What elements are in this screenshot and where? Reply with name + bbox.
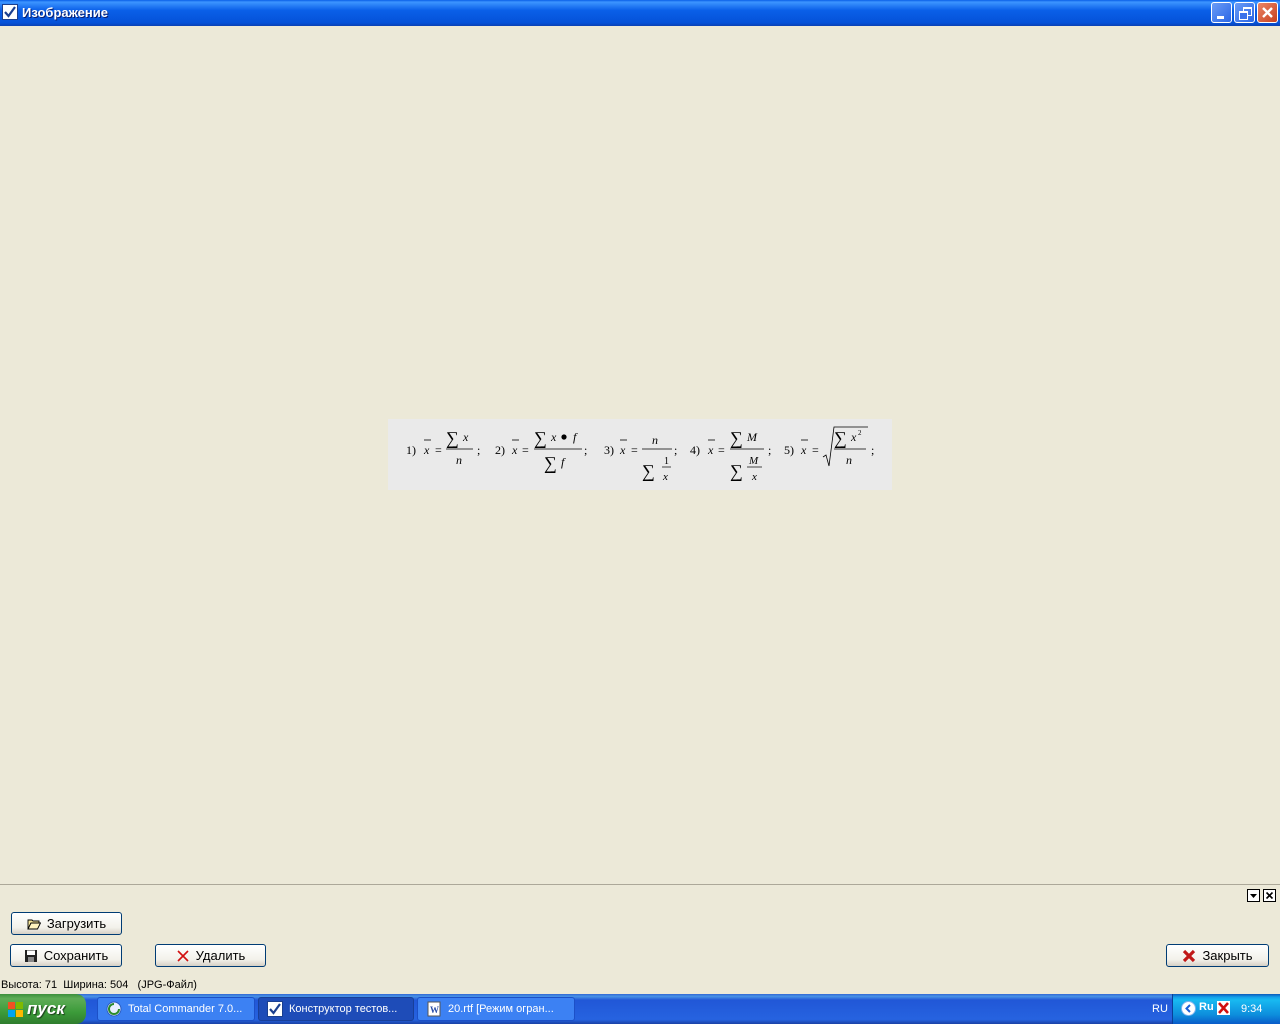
checkbox-app-icon [267,1001,283,1017]
svg-text:n: n [456,453,462,467]
image-viewport: 1) x = ∑ x n ; 2) x = ∑ x f ∑ f ; 3) x =… [0,26,1280,884]
restore-icon-front [1239,11,1248,20]
chevron-left-icon [1185,1004,1191,1013]
floppy-disk-icon [24,949,38,963]
svg-text:f: f [561,455,566,469]
svg-text:x: x [462,430,469,444]
separator-5: ; [871,443,874,457]
svg-text:=: = [631,443,638,457]
svg-text:2: 2 [858,429,862,437]
taskbar-item-total-commander[interactable]: Total Commander 7.0... [97,997,255,1021]
svg-text:n: n [652,433,658,447]
title-bar[interactable]: Изображение [0,0,1280,26]
clock[interactable]: 9:34 [1241,1003,1262,1015]
restore-button[interactable] [1234,2,1255,23]
formula-label-2: 2) [495,443,505,457]
checkbox-app-icon [2,4,18,20]
svg-text:∑: ∑ [730,461,743,481]
separator-1: ; [477,443,480,457]
save-button[interactable]: Сохранить [10,944,122,967]
minimize-button[interactable] [1211,2,1232,23]
close-x-icon [1182,949,1196,963]
taskbar-item-word-document[interactable]: W 20.rtf [Режим огран... [417,997,575,1021]
formula-label-4: 4) [690,443,700,457]
start-button[interactable]: пуск [0,994,86,1024]
svg-text:x: x [800,443,807,457]
formula-label-1: 1) [406,443,416,457]
svg-text:=: = [812,443,819,457]
svg-text:f: f [573,430,578,444]
start-label: пуск [27,999,65,1018]
close-window-button[interactable] [1257,2,1278,23]
svg-text:1: 1 [664,456,669,467]
taskbar-item-test-constructor[interactable]: Конструктор тестов... [258,997,414,1021]
separator-2: ; [584,443,587,457]
taskbar-item-label: 20.rtf [Режим огран... [448,1003,554,1015]
close-button[interactable]: Закрыть [1166,944,1269,967]
minimize-icon [1217,16,1224,19]
svg-text:∑: ∑ [642,461,655,481]
svg-text:=: = [718,443,725,457]
save-button-label: Сохранить [43,948,109,963]
taskbar: пуск Total Commander 7.0... Конструктор … [0,994,1280,1024]
system-tray: Ru 9:34 [1172,994,1280,1024]
close-icon [1262,7,1273,18]
separator-4: ; [768,443,771,457]
language-indicator[interactable]: RU [1152,1003,1168,1015]
window-title: Изображение [22,5,108,20]
windows-logo-icon [8,1001,23,1017]
status-bar: Высота: 71 Ширина: 504 (JPG-Файл) [0,976,1280,994]
svg-text:W: W [430,1005,439,1015]
taskbar-item-label: Total Commander 7.0... [128,1003,243,1015]
word-document-icon: W [426,1001,442,1017]
svg-text:x: x [707,443,714,457]
svg-text:x: x [850,430,857,444]
delete-x-icon [176,949,190,963]
total-commander-icon [106,1001,122,1017]
status-text: Высота: 71 Ширина: 504 (JPG-Файл) [1,979,197,991]
separator-3: ; [674,443,677,457]
load-button[interactable]: Загрузить [11,912,122,935]
svg-text:x: x [662,471,668,483]
load-button-label: Загрузить [46,916,107,931]
close-icon [1265,891,1274,900]
tray-expand-button[interactable] [1181,1001,1196,1016]
delete-button[interactable]: Удалить [155,944,266,967]
svg-text:x: x [619,443,626,457]
tray-language-icon[interactable]: Ru [1199,1001,1214,1013]
taskbar-item-label: Конструктор тестов... [289,1003,398,1015]
button-panel: Загрузить Сохранить Удалить Закрыть [0,884,1280,976]
svg-text:∑: ∑ [834,428,847,448]
delete-button-label: Удалить [195,948,246,963]
open-folder-icon [27,917,42,931]
svg-text:=: = [435,443,442,457]
svg-text:∑: ∑ [730,428,743,448]
svg-text:=: = [522,443,529,457]
svg-text:M: M [746,430,758,444]
svg-text:x: x [751,471,757,483]
svg-text:∑: ∑ [544,453,557,473]
svg-text:∑: ∑ [534,428,547,448]
svg-text:x: x [511,443,518,457]
antivirus-tray-icon[interactable] [1217,1000,1231,1016]
svg-text:x: x [550,430,557,444]
formula-label-5: 5) [784,443,794,457]
svg-text:∑: ∑ [446,428,459,448]
svg-text:n: n [846,453,852,467]
svg-text:x: x [423,443,430,457]
svg-text:M: M [748,455,759,467]
panel-close-button[interactable] [1263,889,1276,902]
close-button-label: Закрыть [1202,948,1253,963]
formula-image: 1) x = ∑ x n ; 2) x = ∑ x f ∑ f ; 3) x =… [388,419,892,490]
formula-label-3: 3) [604,443,614,457]
panel-menu-button[interactable] [1247,889,1260,902]
chevron-down-icon [1250,894,1257,898]
